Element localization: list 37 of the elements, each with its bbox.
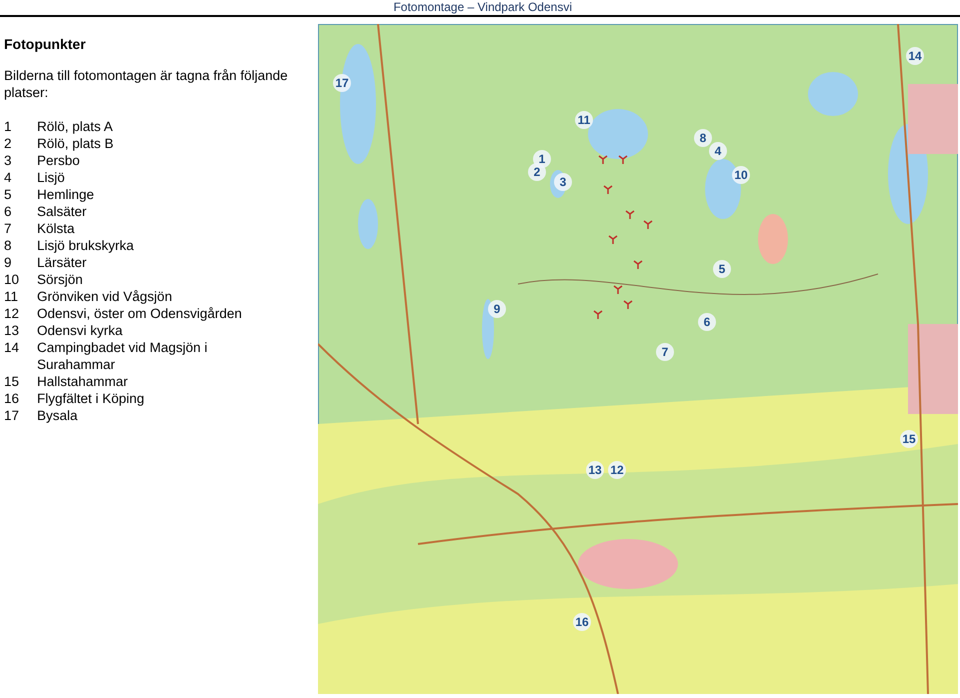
point-place: Rölö, plats B <box>37 135 115 152</box>
point-number: 10 <box>4 271 20 288</box>
point-number: 1 <box>4 118 13 135</box>
point-place: Odensvi, öster om Odensvigården <box>37 305 243 322</box>
point-place: Grönviken vid Vågsjön <box>37 288 174 305</box>
point-place: Rölö, plats A <box>37 118 114 135</box>
point-place: Salsäter <box>37 203 88 220</box>
point-number: 15 <box>4 373 20 390</box>
point-number: 4 <box>4 169 13 186</box>
point-number: 5 <box>4 186 13 203</box>
intro-paragraph: Bilderna till fotomontagen är tagna från följande platser: <box>4 67 289 101</box>
point-number: 17 <box>4 407 20 424</box>
point-number: 2 <box>4 135 13 152</box>
point-number: 16 <box>4 390 20 407</box>
point-number: 13 <box>4 322 20 339</box>
point-place: Flygfältet i Köping <box>37 390 146 407</box>
point-place: Lisjö <box>37 169 66 186</box>
point-place: Hallstahammar <box>37 373 129 390</box>
point-place: Persbo <box>37 152 81 169</box>
point-number: 9 <box>4 254 13 271</box>
point-number: 3 <box>4 152 13 169</box>
point-place: Bysala <box>37 407 79 424</box>
point-place: Sörsjön <box>37 271 84 288</box>
point-place: Campingbadet vid Magsjön i Surahammar <box>37 339 208 373</box>
point-number: 14 <box>4 339 20 357</box>
point-place: Odensvi kyrka <box>37 322 124 339</box>
document-title: Fotomontage – Vindpark Odensvi <box>393 0 572 15</box>
point-place: Lisjö brukskyrka <box>37 237 135 254</box>
point-number: 6 <box>4 203 13 220</box>
section-heading: Fotopunkter <box>4 35 87 53</box>
point-number: 11 <box>4 288 20 305</box>
point-place: Kölsta <box>37 220 76 237</box>
point-number: 8 <box>4 237 13 254</box>
point-place: Hemlinge <box>37 186 96 203</box>
point-place: Lärsäter <box>37 254 88 271</box>
point-number: 7 <box>4 220 13 237</box>
point-number: 12 <box>4 305 20 322</box>
